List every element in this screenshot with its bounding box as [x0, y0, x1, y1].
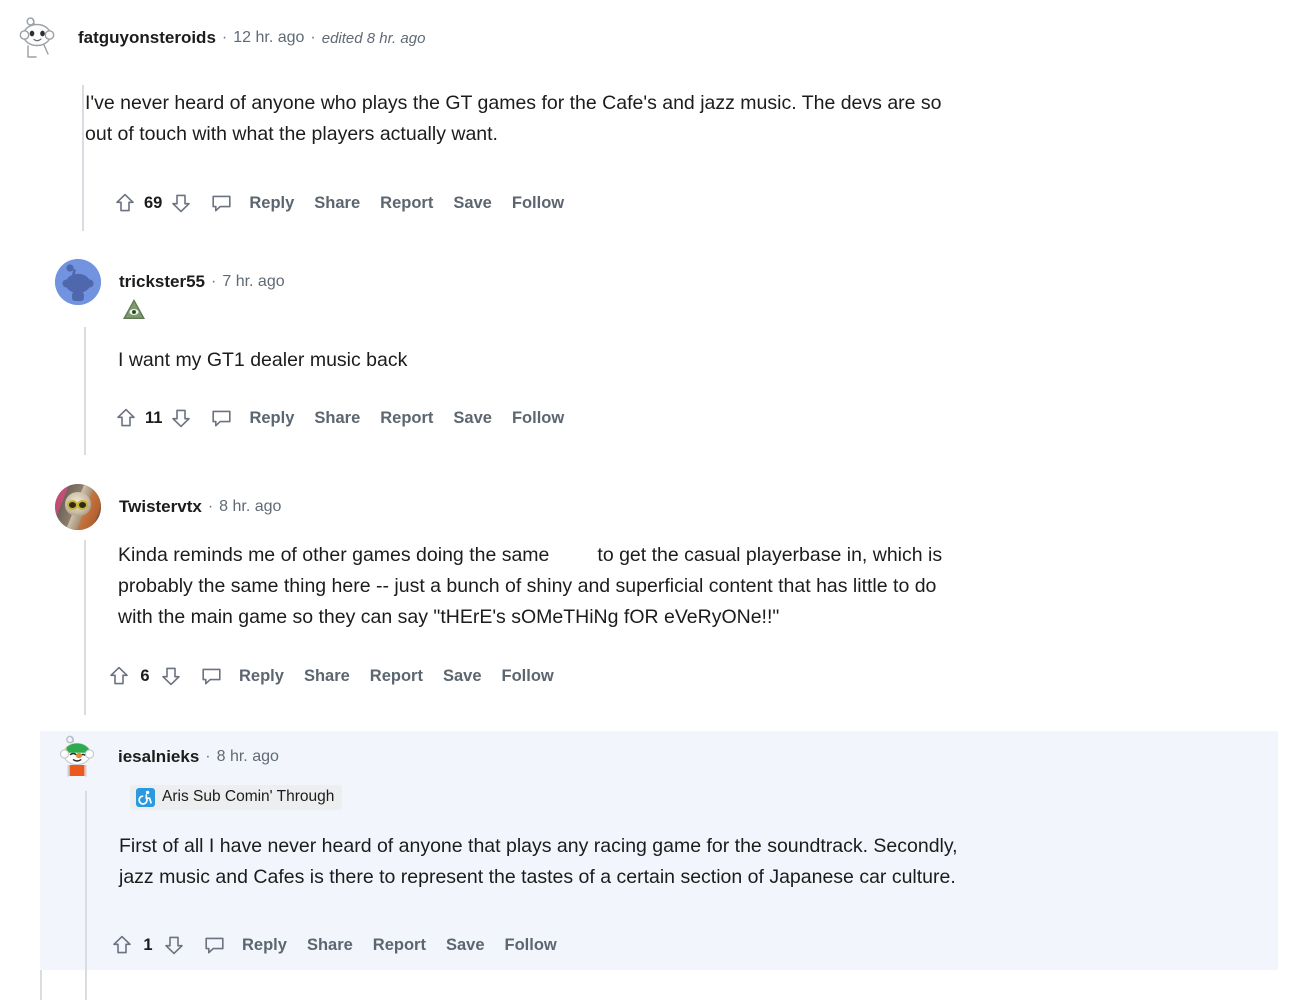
vote-count: 11 [145, 408, 163, 427]
meta-separator: · [211, 273, 217, 290]
save-button[interactable]: Save [446, 936, 485, 955]
share-button[interactable]: Share [314, 194, 360, 213]
follow-button[interactable]: Follow [502, 667, 554, 686]
comment-header: trickster55 · 7 hr. ago [55, 259, 285, 305]
snoo-green-icon [59, 735, 95, 777]
comment-timestamp[interactable]: 8 hr. ago [217, 748, 279, 766]
comment-author[interactable]: trickster55 [119, 272, 205, 292]
comment-body-text: Kinda reminds me of other games doing th… [118, 544, 550, 566]
user-flair-badge[interactable]: Aris Sub Comin' Through [130, 785, 343, 810]
comment-body-line: with the main game so they can say "tHEr… [118, 606, 780, 628]
downvote-icon[interactable] [157, 662, 185, 690]
comment-body-text: to get the casual playerbase in, which i… [597, 544, 943, 566]
thread-collapse-rail[interactable] [82, 85, 84, 231]
upvote-icon[interactable] [111, 189, 139, 217]
avatar[interactable] [55, 259, 101, 305]
comment-timestamp[interactable]: 12 hr. ago [233, 29, 304, 47]
vote-count: 69 [144, 193, 163, 212]
comment-body-line: probably the same thing here -- just a b… [118, 575, 937, 597]
share-button[interactable]: Share [307, 936, 353, 955]
upvote-icon[interactable] [108, 931, 136, 959]
wheelchair-icon [136, 787, 155, 807]
comment-bubble-icon[interactable] [200, 931, 228, 959]
thread-collapse-rail-nested-next[interactable] [85, 970, 87, 1000]
comment-iesalnieks: iesalnieks · 8 hr. ago Aris Sub Comin' T… [40, 731, 1278, 970]
comment-body-line: out of touch with what the players actua… [85, 123, 498, 145]
comment-trickster55: trickster55 · 7 hr. ago I want my GT1 de… [0, 255, 1300, 455]
comment-header: fatguyonsteroids · 12 hr. ago · edited 8… [14, 16, 425, 60]
report-button[interactable]: Report [380, 409, 433, 428]
comment-author[interactable]: fatguyonsteroids [78, 28, 216, 48]
comment-body-line: jazz music and Cafes is there to represe… [119, 866, 956, 888]
comment-bubble-icon[interactable] [207, 404, 235, 432]
share-button[interactable]: Share [304, 667, 350, 686]
vote-count: 6 [140, 666, 150, 685]
share-button[interactable]: Share [314, 409, 360, 428]
comment-action-bar: 1 Reply Share Report Save Follow [108, 930, 557, 960]
follow-button[interactable]: Follow [512, 409, 564, 428]
vote-count: 1 [143, 935, 153, 954]
comment-body-line: I've never heard of anyone who plays the… [85, 92, 942, 114]
thread-collapse-rail-next[interactable] [40, 970, 42, 1000]
comment-body-line: First of all I have never heard of anyon… [119, 835, 958, 857]
comment-edited-timestamp: edited 8 hr. ago [321, 29, 426, 47]
thread-collapse-rail[interactable] [85, 791, 87, 970]
report-button[interactable]: Report [370, 667, 423, 686]
comment-header: Twistervtx · 8 hr. ago [55, 484, 281, 530]
comment-body: I've never heard of anyone who plays the… [85, 88, 1265, 150]
save-button[interactable]: Save [453, 409, 492, 428]
comment-timestamp[interactable]: 8 hr. ago [219, 498, 281, 516]
comment-action-bar: 69 Reply Share Report Save Follow [111, 188, 564, 218]
avatar[interactable] [55, 484, 101, 530]
snoo-default-icon [19, 17, 55, 58]
reply-button[interactable]: Reply [239, 667, 284, 686]
comment-bubble-icon[interactable] [207, 189, 235, 217]
comment-twistervtx: Twistervtx · 8 hr. ago Kinda reminds me … [0, 484, 1300, 725]
meta-separator: · [207, 498, 214, 515]
downvote-icon[interactable] [167, 404, 195, 432]
pyramid-eye-emoji-icon [121, 297, 147, 321]
snoo-blue-icon [55, 259, 101, 305]
comment-body: First of all I have never heard of anyon… [119, 831, 1279, 893]
thread-collapse-rail[interactable] [84, 540, 86, 715]
report-button[interactable]: Report [373, 936, 426, 955]
meta-separator: · [221, 29, 228, 46]
save-button[interactable]: Save [453, 194, 492, 213]
meta-separator: · [205, 748, 211, 765]
upvote-icon[interactable] [112, 404, 140, 432]
comment-author[interactable]: iesalnieks [118, 747, 199, 767]
reply-button[interactable]: Reply [242, 936, 287, 955]
comment-action-bar: 11 Reply Share Report Save Follow [112, 403, 564, 433]
reply-button[interactable]: Reply [249, 409, 294, 428]
comment-header: iesalnieks · 8 hr. ago [54, 735, 279, 779]
follow-button[interactable]: Follow [505, 936, 557, 955]
user-flair-text: Aris Sub Comin' Through [162, 788, 335, 805]
comment-body-line: I want my GT1 dealer music back [118, 349, 408, 371]
downvote-icon[interactable] [160, 931, 188, 959]
report-button[interactable]: Report [380, 194, 433, 213]
comment-body: Kinda reminds me of other games doing th… [118, 540, 1278, 633]
downvote-icon[interactable] [167, 189, 195, 217]
follow-button[interactable]: Follow [512, 194, 564, 213]
reply-button[interactable]: Reply [249, 194, 294, 213]
comment-timestamp[interactable]: 7 hr. ago [222, 273, 284, 291]
meta-separator-2: · [310, 29, 316, 46]
comment-author[interactable]: Twistervtx [119, 497, 202, 517]
avatar[interactable] [14, 15, 60, 61]
comment-fatguyonsteroids: fatguyonsteroids · 12 hr. ago · edited 8… [0, 0, 1300, 231]
upvote-icon[interactable] [105, 662, 133, 690]
comment-body: I want my GT1 dealer music back [118, 345, 1268, 376]
comment-bubble-icon[interactable] [197, 662, 225, 690]
comment-body-line: Kinda reminds me of other games doing th… [118, 540, 1278, 571]
comment-action-bar: 6 Reply Share Report Save Follow [105, 661, 554, 691]
avatar[interactable] [54, 734, 100, 780]
thread-collapse-rail[interactable] [84, 327, 86, 455]
save-button[interactable]: Save [443, 667, 482, 686]
